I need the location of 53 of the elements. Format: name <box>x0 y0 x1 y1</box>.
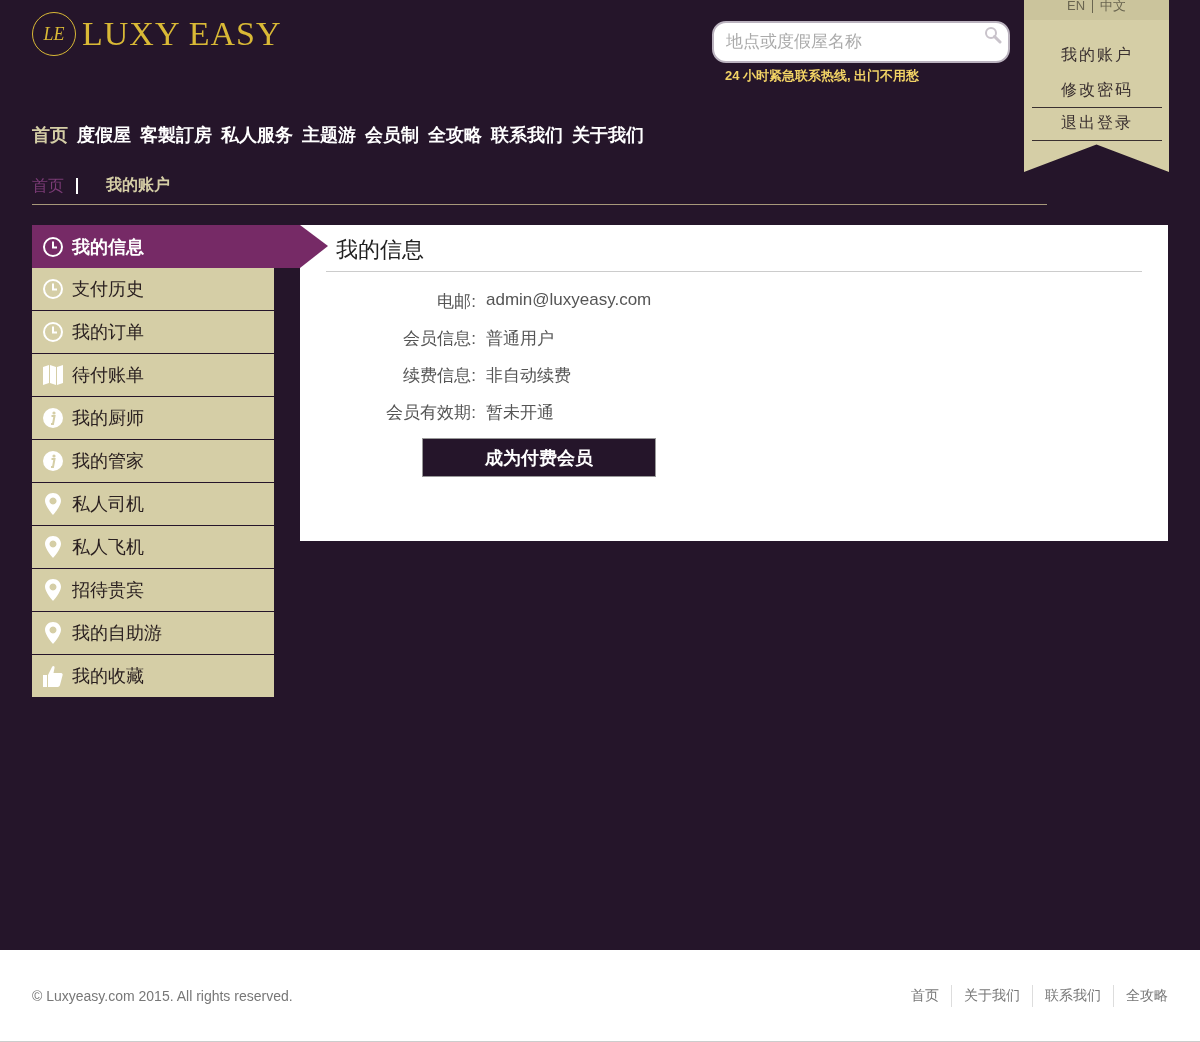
nav-link[interactable]: 私人服务 <box>221 123 293 147</box>
nav-link[interactable]: 客製訂房 <box>140 123 212 147</box>
field-label: 会员信息: <box>402 328 476 350</box>
search-field[interactable]: 地点或度假屋名称 <box>712 21 1010 63</box>
sidebar-item[interactable]: 我的自助游 <box>32 612 274 655</box>
field-label: 电邮: <box>436 291 476 313</box>
nav-link[interactable]: 联系我们 <box>491 123 563 147</box>
footer-link[interactable]: 首页 <box>899 984 951 1007</box>
sidebar-item[interactable]: 我的管家 <box>32 440 274 483</box>
map-pin-icon <box>42 622 64 644</box>
sidebar-item[interactable]: 私人司机 <box>32 483 274 526</box>
field-value: 普通用户 <box>486 328 555 350</box>
nav-link[interactable]: 主题游 <box>302 123 356 147</box>
field-value: 暂未开通 <box>486 402 555 424</box>
sidebar-item[interactable]: 我的订单 <box>32 311 274 354</box>
sidebar-item[interactable]: 我的信息 <box>32 225 328 268</box>
copyright-text: © Luxyeasy.com 2015. All rights reserved. <box>32 987 293 1004</box>
account-menu-link[interactable]: 退出登录 <box>1031 108 1162 141</box>
footer-link[interactable]: 全攻略 <box>1113 984 1168 1007</box>
sidebar-item[interactable]: 待付账单 <box>32 354 274 397</box>
account-menu-link[interactable]: 修改密码 <box>1031 75 1162 108</box>
panel-title: 我的信息 <box>336 236 425 264</box>
clock-icon <box>42 235 64 258</box>
map-icon <box>42 365 64 385</box>
search-icon[interactable] <box>984 26 1002 44</box>
footer-link[interactable]: 联系我们 <box>1032 984 1113 1007</box>
field-value: admin@luxyeasy.com <box>486 290 653 311</box>
field-value: 非自动续费 <box>486 365 572 387</box>
nav-link[interactable]: 会员制 <box>365 123 419 147</box>
info-icon <box>42 450 64 472</box>
map-pin-icon <box>42 493 64 515</box>
info-icon <box>42 407 64 429</box>
upgrade-button[interactable]: 成为付费会员 <box>422 438 656 477</box>
sidebar-item[interactable]: 支付历史 <box>32 268 274 311</box>
field-label: 会员有效期: <box>385 402 476 424</box>
sidebar-item[interactable]: 我的厨师 <box>32 397 274 440</box>
sidebar-item[interactable]: 招待贵宾 <box>32 569 274 612</box>
thumbs-up-icon <box>42 665 64 687</box>
clock-icon <box>42 278 64 300</box>
nav-link[interactable]: 度假屋 <box>77 123 131 147</box>
nav-link[interactable]: 首页 <box>32 123 68 147</box>
map-pin-icon <box>42 579 64 601</box>
nav-link[interactable]: 关于我们 <box>572 123 644 147</box>
footer-link[interactable]: 关于我们 <box>951 984 1032 1007</box>
nav-link[interactable]: 全攻略 <box>428 123 482 147</box>
field-label: 续费信息: <box>402 365 476 387</box>
account-menu-link[interactable]: 我的账户 <box>1031 42 1162 75</box>
brand-name: LUXY EASY <box>82 15 282 53</box>
clock-icon <box>42 321 64 343</box>
sidebar-item[interactable]: 我的收藏 <box>32 655 274 698</box>
map-pin-icon <box>42 536 64 558</box>
hotline-text: 24 小时紧急联系热线, 出门不用愁 <box>725 67 921 85</box>
sidebar-item[interactable]: 私人飞机 <box>32 526 274 569</box>
